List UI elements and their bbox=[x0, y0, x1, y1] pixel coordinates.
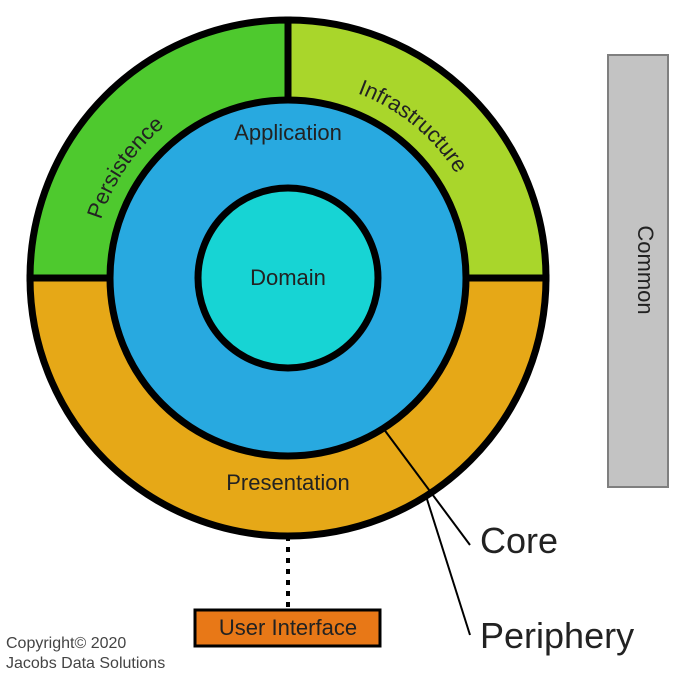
copyright-line2: Jacobs Data Solutions bbox=[6, 655, 165, 672]
label-user-interface: User Interface bbox=[219, 615, 357, 640]
label-domain: Domain bbox=[250, 265, 326, 290]
label-periphery: Periphery bbox=[480, 615, 634, 656]
copyright-line1: Copyright© 2020 bbox=[6, 635, 126, 652]
diagram-svg: Persistence Infrastructure Presentation … bbox=[0, 0, 700, 687]
label-core: Core bbox=[480, 520, 558, 561]
label-application: Application bbox=[234, 120, 342, 145]
architecture-diagram: Persistence Infrastructure Presentation … bbox=[0, 0, 700, 687]
label-presentation: Presentation bbox=[226, 470, 350, 495]
label-common: Common bbox=[633, 225, 658, 314]
